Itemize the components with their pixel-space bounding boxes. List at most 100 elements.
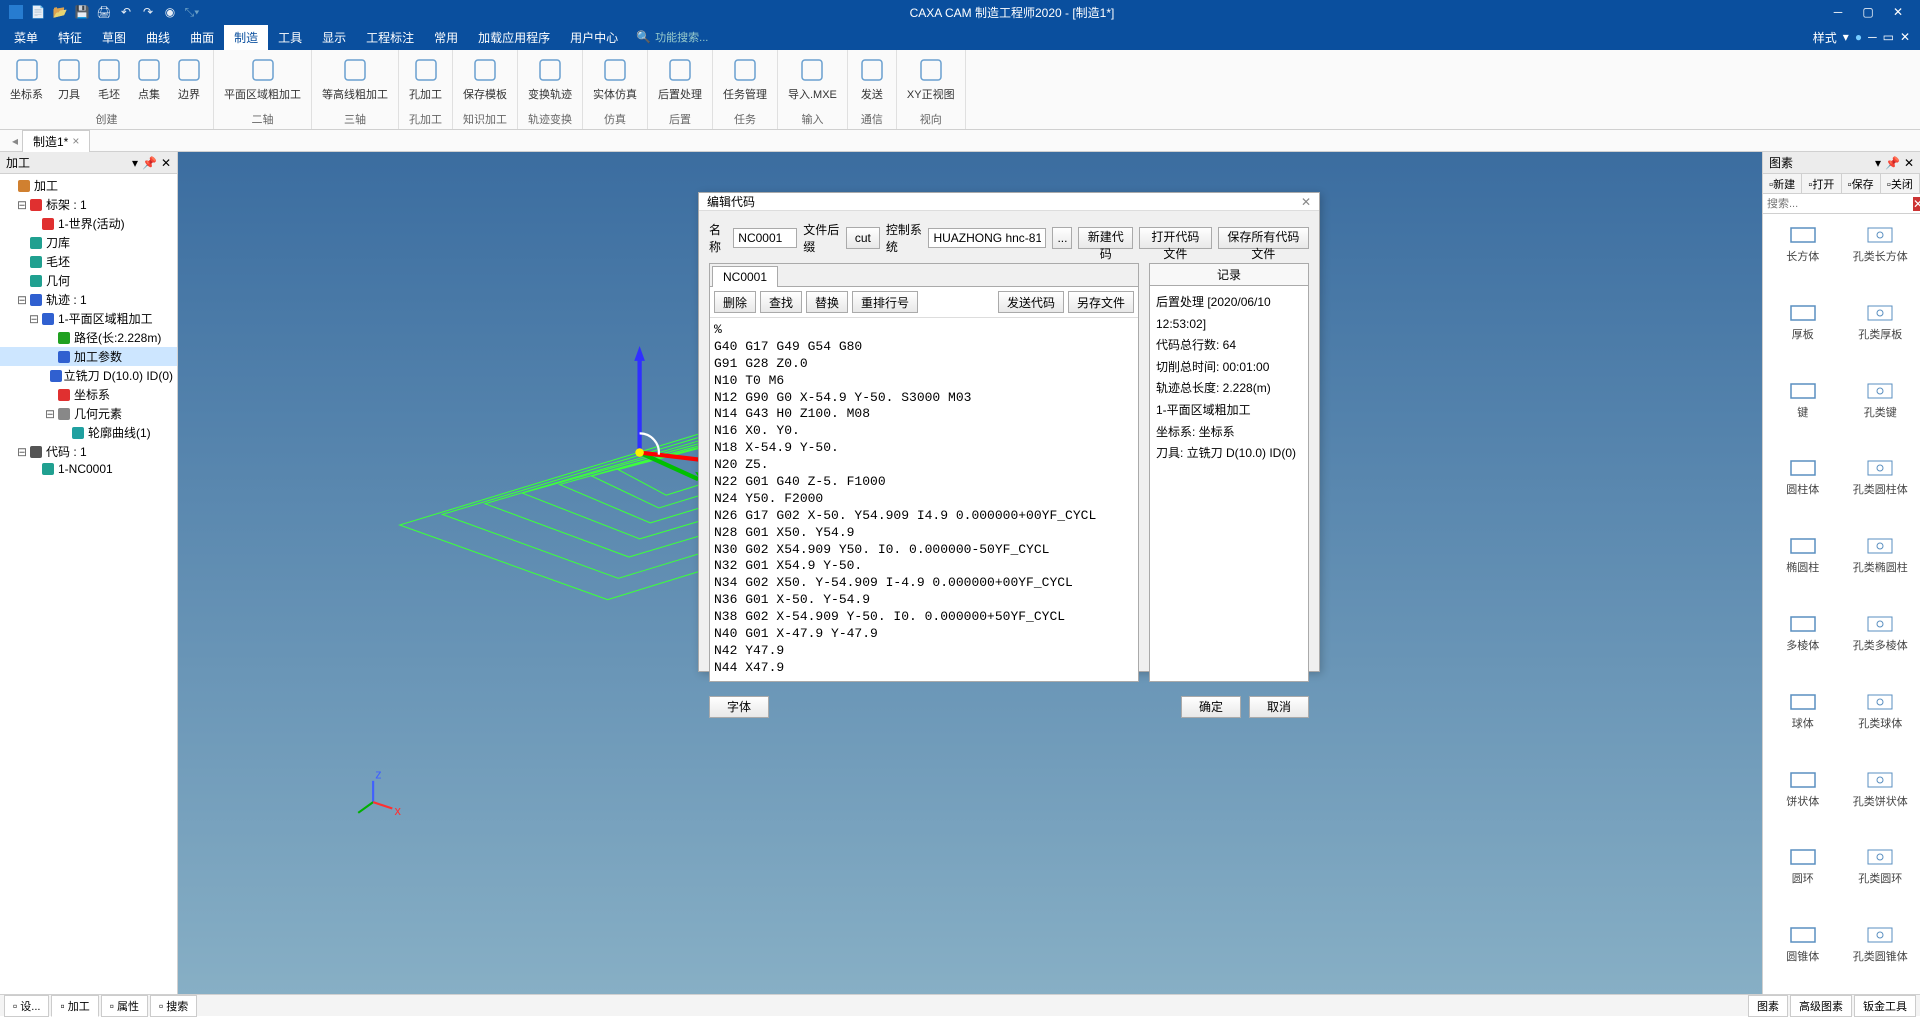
delete-button[interactable]: 删除 — [714, 291, 756, 313]
shape-item[interactable]: 圆锥体 — [1765, 916, 1841, 992]
shape-item[interactable]: 孔类圆柱体 — [1843, 449, 1919, 525]
find-button[interactable]: 查找 — [760, 291, 802, 313]
ctrl-input[interactable] — [928, 228, 1046, 248]
ribbon-button[interactable]: 刀具 — [51, 54, 87, 104]
shape-item[interactable]: 饼状体 — [1765, 761, 1841, 837]
machining-tree[interactable]: 加工⊟标架 : 11-世界(活动)刀库毛坯几何⊟轨迹 : 1⊟1-平面区域粗加工… — [0, 174, 177, 994]
ribbon-button[interactable]: 任务管理 — [719, 54, 771, 104]
name-input[interactable] — [733, 228, 797, 248]
tree-expand-icon[interactable]: ⊟ — [16, 293, 28, 307]
panel-dropdown-icon[interactable]: ▾ — [1875, 156, 1881, 170]
print-icon[interactable]: 🖨 — [96, 4, 112, 20]
open-code-file-button[interactable]: 打开代码文件 — [1139, 227, 1212, 249]
menu-item-1[interactable]: 特征 — [48, 25, 92, 50]
new-code-button[interactable]: 新建代码 — [1078, 227, 1133, 249]
mdi-minimize-icon[interactable]: ─ — [1868, 30, 1877, 44]
tree-expand-icon[interactable]: ⊟ — [16, 198, 28, 212]
ok-button[interactable]: 确定 — [1181, 696, 1241, 718]
dialog-close-icon[interactable]: ✕ — [1301, 195, 1311, 209]
shape-item[interactable]: 球体 — [1765, 683, 1841, 759]
shape-item[interactable]: 长方体 — [1765, 216, 1841, 292]
tree-node[interactable]: 路径(长:2.228m) — [0, 328, 177, 347]
search-clear-icon[interactable]: ✕ — [1913, 197, 1920, 211]
tree-node[interactable]: ⊟代码 : 1 — [0, 442, 177, 461]
help-icon[interactable]: ● — [1855, 30, 1862, 44]
shape-item[interactable]: 孔类长方体 — [1843, 216, 1919, 292]
function-search[interactable]: 🔍 功能搜索... — [636, 29, 708, 45]
menu-item-5[interactable]: 制造 — [224, 25, 268, 50]
ribbon-button[interactable]: 孔加工 — [405, 54, 446, 104]
save-as-button[interactable]: 另存文件 — [1068, 291, 1134, 313]
mdi-restore-icon[interactable]: ▭ — [1883, 30, 1894, 44]
shape-item[interactable]: 孔类厚板 — [1843, 294, 1919, 370]
shape-item[interactable]: 圆柱体 — [1765, 449, 1841, 525]
tree-node[interactable]: ⊟1-平面区域粗加工 — [0, 309, 177, 328]
document-tab[interactable]: 制造1* × — [22, 130, 90, 152]
bottom-tab[interactable]: ▫加工 — [51, 995, 98, 1017]
send-code-button[interactable]: 发送代码 — [998, 291, 1064, 313]
ribbon-button[interactable]: 平面区域粗加工 — [220, 54, 305, 104]
menu-item-7[interactable]: 显示 — [312, 25, 356, 50]
rp-toolbar-button[interactable]: ▫保存 — [1842, 174, 1881, 193]
maximize-button[interactable]: ▢ — [1854, 2, 1882, 22]
ribbon-button[interactable]: 边界 — [171, 54, 207, 104]
menu-item-6[interactable]: 工具 — [268, 25, 312, 50]
panel-close-icon[interactable]: ✕ — [1904, 156, 1914, 170]
bottom-tab[interactable]: ▫搜索 — [150, 995, 197, 1017]
menu-item-10[interactable]: 加载应用程序 — [468, 25, 560, 50]
menu-item-8[interactable]: 工程标注 — [356, 25, 424, 50]
ribbon-button[interactable]: 发送 — [854, 54, 890, 104]
rp-toolbar-button[interactable]: ▫打开 — [1802, 174, 1841, 193]
bottom-tab[interactable]: 高级图素 — [1790, 995, 1852, 1017]
tab-scroll-left[interactable]: ◂ — [8, 134, 22, 148]
renumber-button[interactable]: 重排行号 — [852, 291, 918, 313]
menu-item-11[interactable]: 用户中心 — [560, 25, 628, 50]
axis-icon[interactable]: ⤡▾ — [184, 4, 200, 20]
save-icon[interactable]: 💾 — [74, 4, 90, 20]
menu-item-3[interactable]: 曲线 — [136, 25, 180, 50]
ribbon-button[interactable]: 实体仿真 — [589, 54, 641, 104]
replace-button[interactable]: 替换 — [806, 291, 848, 313]
tree-node[interactable]: 几何 — [0, 271, 177, 290]
panel-pin-icon[interactable]: 📌 — [1885, 156, 1900, 170]
ribbon-button[interactable]: 保存模板 — [459, 54, 511, 104]
shape-item[interactable]: 孔类球体 — [1843, 683, 1919, 759]
menu-item-4[interactable]: 曲面 — [180, 25, 224, 50]
tree-node[interactable]: 加工参数 — [0, 347, 177, 366]
tree-expand-icon[interactable]: ⊟ — [28, 312, 40, 326]
panel-pin-icon[interactable]: 📌 — [142, 156, 157, 170]
tree-node[interactable]: ⊟几何元素 — [0, 404, 177, 423]
ribbon-button[interactable]: 坐标系 — [6, 54, 47, 104]
new-icon[interactable]: 📄 — [30, 4, 46, 20]
style-dropdown[interactable]: 样式 — [1813, 29, 1837, 46]
cancel-button[interactable]: 取消 — [1249, 696, 1309, 718]
tree-expand-icon[interactable]: ⊟ — [16, 445, 28, 459]
minimize-button[interactable]: ─ — [1824, 2, 1852, 22]
shape-item[interactable]: 孔类椭圆柱 — [1843, 527, 1919, 603]
shape-item[interactable]: 孔类多棱体 — [1843, 605, 1919, 681]
shape-item[interactable]: 椭圆柱 — [1765, 527, 1841, 603]
ribbon-button[interactable]: XY正视图 — [903, 54, 959, 104]
ribbon-button[interactable]: 导入.MXE — [784, 54, 841, 104]
ext-button[interactable]: cut — [846, 227, 880, 249]
shape-item[interactable]: 圆环 — [1765, 838, 1841, 914]
tree-node[interactable]: ⊟标架 : 1 — [0, 195, 177, 214]
view-icon[interactable]: ◉ — [162, 4, 178, 20]
shape-item[interactable]: 孔类圆锥体 — [1843, 916, 1919, 992]
ribbon-button[interactable]: 等高线粗加工 — [318, 54, 392, 104]
font-button[interactable]: 字体 — [709, 696, 769, 718]
shape-item[interactable]: 孔类饼状体 — [1843, 761, 1919, 837]
menu-item-9[interactable]: 常用 — [424, 25, 468, 50]
shape-item[interactable]: 厚板 — [1765, 294, 1841, 370]
tree-node[interactable]: 毛坯 — [0, 252, 177, 271]
code-tab[interactable]: NC0001 — [712, 266, 778, 287]
redo-icon[interactable]: ↷ — [140, 4, 156, 20]
shape-item[interactable]: 多棱体 — [1765, 605, 1841, 681]
shape-item[interactable]: 孔类键 — [1843, 372, 1919, 448]
shape-search-input[interactable] — [1763, 198, 1913, 210]
panel-dropdown-icon[interactable]: ▾ — [132, 156, 138, 170]
bottom-tab[interactable]: 钣金工具 — [1854, 995, 1916, 1017]
rp-toolbar-button[interactable]: ▫新建 — [1763, 174, 1802, 193]
tree-node[interactable]: 1-NC0001 — [0, 461, 177, 477]
shape-item[interactable]: 键 — [1765, 372, 1841, 448]
